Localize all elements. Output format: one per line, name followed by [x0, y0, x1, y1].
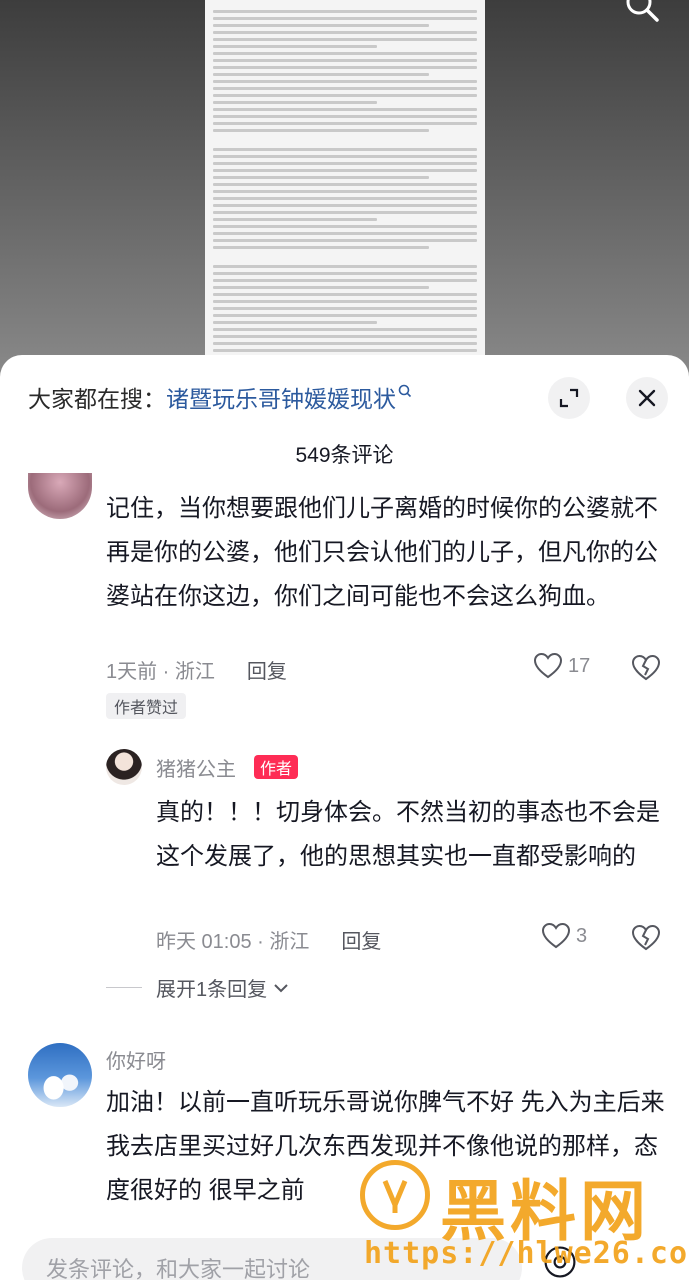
comment-sheet: 大家都在搜： 诸暨玩乐哥钟媛媛现状 549条评论 记住，当你想要跟他们儿子离婚的…	[0, 355, 689, 1280]
expand-replies-label: 展开1条回复	[156, 979, 268, 1001]
author-tag: 作者	[254, 755, 299, 779]
dislike-icon[interactable]	[632, 925, 660, 951]
reply-meta: 昨天 01:05 · 浙江 回复	[156, 925, 381, 954]
comment-username[interactable]: 你好呀	[106, 1045, 166, 1074]
comment-count: 549条评论	[295, 444, 394, 467]
close-button[interactable]	[626, 377, 668, 419]
heart-icon	[542, 923, 570, 949]
search-icon[interactable]	[625, 0, 661, 22]
chevron-down-icon	[274, 983, 288, 992]
author-liked-badge: 作者赞过	[106, 693, 187, 719]
close-icon	[638, 389, 656, 407]
expand-sheet-button[interactable]	[548, 377, 590, 419]
mention-icon[interactable]	[540, 1244, 580, 1280]
reply-time-location: 昨天 01:05 · 浙江	[156, 931, 310, 953]
dislike-icon[interactable]	[632, 655, 660, 681]
reply-button[interactable]: 回复	[247, 655, 287, 684]
divider	[106, 987, 142, 988]
comment-text: 记住，当你想要跟他们儿子离婚的时候你的公婆就不再是你的公婆，他们只会认他们的儿子…	[106, 495, 658, 610]
comment-list[interactable]: 记住，当你想要跟他们儿子离婚的时候你的公婆就不再是你的公婆，他们只会认他们的儿子…	[0, 473, 689, 1233]
comment-time-location: 1天前 · 浙江	[106, 661, 215, 683]
heart-icon	[534, 653, 562, 679]
like-button[interactable]: 3	[542, 923, 587, 949]
comment-input-placeholder: 发条评论，和大家一起讨论	[46, 1257, 311, 1280]
suggested-search[interactable]: 大家都在搜： 诸暨玩乐哥钟媛媛现状	[28, 377, 412, 417]
video-background[interactable]	[0, 0, 689, 380]
comment-input[interactable]: 发条评论，和大家一起讨论	[22, 1238, 522, 1280]
avatar[interactable]	[28, 473, 92, 519]
expand-icon	[559, 388, 579, 408]
search-q-icon	[398, 384, 412, 398]
reply-username[interactable]: 猪猪公主	[156, 753, 236, 782]
avatar[interactable]	[106, 749, 142, 785]
reply-button[interactable]: 回复	[341, 925, 381, 954]
comment-text: 加油！以前一直听玩乐哥说你脾气不好 先入为主后来我去店里买过好几次东西发现并不像…	[106, 1089, 665, 1204]
like-count: 17	[568, 654, 591, 677]
like-button[interactable]: 17	[534, 653, 590, 679]
like-count: 3	[576, 924, 588, 947]
comment-meta: 1天前 · 浙江 回复	[106, 655, 287, 684]
avatar[interactable]	[28, 1043, 92, 1107]
document-image	[205, 0, 485, 360]
reply-text: 真的！！！切身体会。不然当初的事态也不会是这个发展了，他的思想其实也一直都受影响…	[156, 799, 660, 870]
expand-replies-button[interactable]: 展开1条回复	[106, 973, 289, 1002]
suggested-search-prefix: 大家都在搜：	[28, 386, 166, 412]
suggested-search-term[interactable]: 诸暨玩乐哥钟媛媛现状	[166, 380, 396, 414]
